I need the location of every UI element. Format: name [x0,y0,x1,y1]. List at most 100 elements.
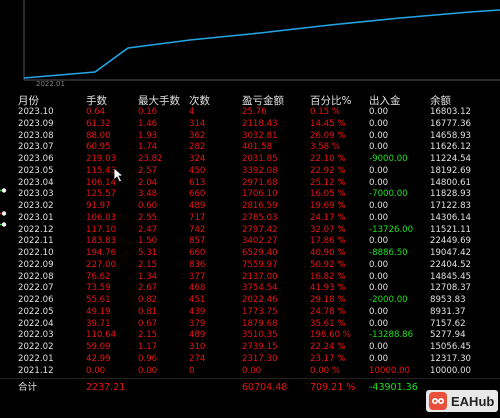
cell-hands: 73.59 [86,283,111,294]
table-row[interactable]: 2023.01 106.03 2.55 717 2785.03 24.17 % 0.00 14… [0,213,500,224]
column-header-deposit-withdrawal[interactable]: 出入金 [369,93,401,108]
total-label: 合计 [18,382,38,393]
table-row[interactable]: 2022.01 42.99 0.96 274 2317.30 23.17 % 0.00 123… [0,354,500,365]
cell-balance: 11224.54 [430,154,472,164]
table-row[interactable]: 2022.11 183.83 1.50 857 3402.27 17.86 % 0.00 22… [0,236,500,247]
table-row[interactable]: 2023.04 106.14 2.04 613 2971.68 25.12 % 0.00 14… [0,178,500,189]
cell-balance: 7157.62 [430,318,466,329]
cell-deposit-withdrawal: 0.00 [369,353,389,364]
cell-balance: 10000.00 [430,365,472,376]
cell-balance: 14800.61 [430,177,472,188]
cell-balance: 11521.11 [430,224,472,235]
cell-pnl: 2797.42 [242,224,278,235]
table-row[interactable]: 2023.08 88.00 1.93 362 3032.81 26.09 % 0.00 146… [0,131,500,142]
cell-max-hands: 5.31 [138,248,158,258]
table-row[interactable]: 2022.08 76.62 1.34 377 2137.00 16.82 % 0.00 148… [0,272,500,283]
cell-percent: 32.07 % [310,224,346,235]
cell-max-hands: 2.15 [138,330,158,341]
mouse-cursor-icon [113,167,125,183]
cell-pnl: 3402.27 [242,236,278,247]
table-row[interactable]: 2022.09 227.00 2.15 836 7559.97 50.92 % 0.00 22… [0,260,500,271]
column-header-max-hands[interactable]: 最大手数 [138,93,180,108]
cell-count: 451 [189,295,206,305]
cell-hands: 88.00 [86,130,111,141]
table-row[interactable]: 2023.07 60.95 1.74 282 401.58 3.58 % 0.00 11626… [0,142,500,153]
cell-max-hands: 23.82 [138,154,163,164]
cell-deposit-withdrawal: -7000.00 [369,189,408,200]
cell-pnl: 7559.97 [242,259,278,270]
cell-deposit-withdrawal: 0.00 [369,271,389,282]
cell-balance: 18192.69 [430,165,472,176]
cell-hands: 183.83 [86,236,117,247]
cell-count: 0 [189,365,195,376]
equity-chart-svg [23,0,500,81]
equity-curve-line [23,9,500,79]
cell-month: 2022.10 [18,248,54,258]
cell-balance: 22404.52 [430,259,472,270]
cell-max-hands: 0.60 [138,201,158,211]
cell-deposit-withdrawal: 0.00 [369,177,389,188]
cell-percent: 29.18 % [310,295,346,305]
cell-hands: 117.10 [86,224,117,235]
table-row[interactable]: 2023.03 125.57 3.48 660 1706.10 16.05 % -7000.… [0,189,500,200]
cell-count: 742 [189,224,206,235]
column-header-percent[interactable]: 百分比% [310,93,351,108]
cell-hands: 60.95 [86,142,111,153]
table-row[interactable]: 2022.12 117.10 2.47 742 2797.42 32.07 % -13726… [0,225,500,236]
cell-count: 314 [189,118,206,129]
column-header-pnl[interactable]: 盈亏金额 [242,93,284,108]
cell-pnl: 2785.03 [242,212,278,223]
cell-month: 2022.09 [18,259,54,270]
table-row[interactable]: 2023.02 91.97 0.60 489 2816.59 19.69 % 0.00 171… [0,201,500,212]
cell-count: 362 [189,130,206,141]
cell-balance: 19047.42 [430,248,472,258]
cell-percent: 26.09 % [310,130,346,141]
cell-month: 2022.08 [18,271,54,282]
cell-deposit-withdrawal: 0.00 [369,342,389,352]
total-row[interactable]: 合计 2237.21 60704.48 709.21 % -43901.36 [0,382,500,393]
cell-percent: 0.15 % [310,107,341,117]
cell-month: 2023.03 [18,189,54,200]
cell-month: 2023.06 [18,154,54,164]
table-row[interactable]: 2022.04 39.71 0.67 379 1879.68 35.61 % 0.00 715… [0,319,500,330]
cell-hands: 110.64 [86,330,117,341]
cell-max-hands: 3.48 [138,189,158,200]
cell-balance: 17122.83 [430,201,472,211]
cell-max-hands: 2.55 [138,212,158,223]
column-header-month[interactable]: 月份 [18,93,39,108]
table-row[interactable]: 2022.10 194.76 5.31 660 6529.40 40.90 % -8886.… [0,248,500,259]
cell-balance: 16777.36 [430,118,472,129]
cell-balance: 15056.45 [430,342,472,352]
cell-month: 2023.08 [18,130,54,141]
column-header-hands[interactable]: 手数 [86,93,107,108]
cell-max-hands: 1.34 [138,271,158,282]
total-percent: 709.21 % [310,382,356,393]
cell-deposit-withdrawal: 0.00 [369,236,389,247]
table-row[interactable]: 2023.06 219.03 23.82 324 2031.85 22.10 % -9000… [0,154,500,165]
cell-max-hands: 0.67 [138,318,158,329]
column-header-count[interactable]: 次数 [189,93,210,108]
cell-percent: 24.78 % [310,306,346,317]
table-row[interactable]: 2023.09 61.32 1.46 314 2118.43 14.45 % 0.00 167… [0,119,500,130]
cell-hands: 91.97 [86,201,111,211]
table-row[interactable]: 2022.07 73.59 2.67 468 3754.54 41.93 % 0.00 127… [0,283,500,294]
cell-month: 2022.03 [18,330,54,341]
table-row[interactable]: 2023.05 115.43 2.57 450 3392.08 22.92 % 0.00 18… [0,166,500,177]
table-row[interactable]: 2022.03 110.64 2.15 489 3510.35 198.60 % -1328… [0,330,500,341]
cell-deposit-withdrawal: 0.00 [369,165,389,176]
table-row[interactable]: 2021.12 0.00 0.00 0 0.00 0.00 % 10000.00 10000.… [0,366,500,377]
table-row[interactable]: 2022.02 59.09 1.17 310 2739.15 22.24 % 0.00 150… [0,342,500,353]
column-header-balance[interactable]: 余额 [430,93,451,108]
cell-count: 613 [189,177,206,188]
cell-hands: 42.99 [86,353,111,364]
cell-count: 857 [189,236,206,247]
cell-hands: 125.57 [86,189,117,200]
table-row[interactable]: 2022.05 49.19 0.81 439 1773.75 24.78 % 0.00 893… [0,307,500,318]
cell-percent: 16.82 % [310,271,346,282]
cell-count: 660 [189,248,206,258]
table-row[interactable]: 2022.06 55.61 0.82 451 2022.46 29.18 % -2000.0… [0,295,500,306]
cell-percent: 22.10 % [310,154,346,164]
table-row[interactable]: 2023.10 0.64 0.16 4 25.76 0.15 % 0.00 16803.12 [0,107,500,118]
cell-percent: 22.24 % [310,342,346,352]
cell-balance: 22449.69 [430,236,472,247]
